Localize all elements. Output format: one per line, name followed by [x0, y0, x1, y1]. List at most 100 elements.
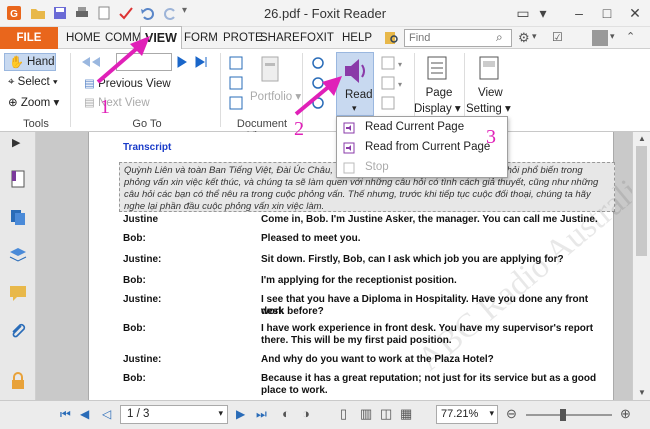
- title-bar: G ▾ 26.pdf - Foxit Reader ▭ ▾ – □ ✕: [0, 0, 650, 27]
- zoom-slider[interactable]: [526, 414, 612, 416]
- dialogue-line-continued: work before?: [261, 306, 324, 317]
- zoom-label: Zoom: [20, 97, 51, 109]
- tab-foxit[interactable]: FOXIT: [296, 27, 338, 49]
- page-display-label-1: Page: [425, 87, 453, 99]
- page-number-input[interactable]: 1 / 3 ▾: [120, 405, 228, 424]
- layers-icon[interactable]: [9, 246, 27, 264]
- divider: [70, 53, 71, 127]
- hand-icon: ✋: [9, 55, 24, 69]
- stop-icon: [343, 162, 355, 174]
- comments-icon[interactable]: [9, 284, 27, 302]
- scroll-up-icon[interactable]: ▲: [638, 134, 646, 143]
- read-current-page-item[interactable]: Read Current Page: [365, 121, 464, 133]
- dialogue-speaker: Bob:: [123, 323, 146, 334]
- annotation-number-2: 2: [294, 118, 304, 140]
- divider: [220, 53, 221, 127]
- maximize-button[interactable]: □: [596, 3, 618, 23]
- zoom-tool-button[interactable]: ⊕ Zoom ▾: [8, 95, 59, 109]
- lock-icon[interactable]: [9, 372, 27, 390]
- next-page-nav-icon[interactable]: ▶: [236, 407, 245, 421]
- scroll-thumb[interactable]: [636, 146, 647, 256]
- goto-group-label: Go To: [132, 118, 162, 130]
- zoom-in-icon[interactable]: ⊕: [620, 406, 631, 422]
- zoom-level-text: 77.21%: [441, 408, 479, 420]
- portfolio-icon[interactable]: [260, 55, 280, 85]
- status-bar: ⏮ ◀ ◁ 1 / 3 ▾ ▶ ⏭ ◐ ◑ ▯ ▥ ◫ ▦ 77.21% ▾ ⊖ ⊕: [0, 400, 650, 429]
- view-setting-label-1: View: [478, 87, 503, 99]
- page-display-icon[interactable]: [426, 55, 448, 81]
- view-setting-label[interactable]: Setting ▾: [466, 101, 511, 115]
- dialogue-speaker: Justine:: [123, 254, 162, 265]
- portfolio-label: Portfolio: [250, 91, 293, 103]
- view-setting-icon[interactable]: [478, 55, 500, 81]
- tab-form[interactable]: FORM: [180, 27, 222, 49]
- facing-page-icon[interactable]: ◫: [380, 406, 392, 422]
- gear-icon[interactable]: ⚙: [518, 30, 530, 46]
- prev-page-arrow-icon[interactable]: ◁: [102, 407, 111, 421]
- restore-down-icon[interactable]: ▭: [512, 3, 534, 23]
- select-label: Select: [17, 76, 50, 88]
- checklist-icon[interactable]: ☑: [552, 30, 563, 44]
- continuous-page-icon[interactable]: ▥: [360, 406, 372, 422]
- svg-text:▾: ▾: [398, 80, 402, 89]
- transcript-heading: Transcript: [123, 142, 172, 153]
- tab-file[interactable]: FILE: [0, 27, 58, 49]
- zoom-slider-thumb[interactable]: [560, 409, 566, 421]
- next-view-nav-icon[interactable]: ◑: [302, 406, 310, 421]
- annotation-arrow-1: [96, 36, 150, 84]
- hand-tool-button[interactable]: ✋ Hand: [4, 53, 56, 71]
- zoom-level-input[interactable]: 77.21% ▾: [436, 405, 498, 424]
- dialogue-speaker: Bob:: [123, 275, 146, 286]
- read-dropdown-icon: ▾: [352, 103, 357, 113]
- annotation-number-1: 1: [100, 96, 110, 118]
- dialogue-speaker: Justine: [123, 214, 159, 225]
- page-number-text: 1 / 3: [127, 408, 150, 420]
- read-from-page-icon: [343, 142, 355, 154]
- last-page-icon[interactable]: [176, 56, 216, 68]
- close-button[interactable]: ✕: [624, 3, 646, 23]
- help-dropdown-icon[interactable]: ▾: [532, 3, 554, 23]
- expand-panel-icon[interactable]: ▶: [12, 136, 20, 149]
- last-page-nav-icon[interactable]: ⏭: [256, 407, 267, 422]
- svg-text:▾: ▾: [398, 60, 402, 69]
- hand-label: Hand: [27, 56, 55, 68]
- chevron-down-icon[interactable]: ▾: [532, 31, 537, 42]
- next-view-button[interactable]: ▤ Next View: [84, 95, 150, 109]
- next-view-icon: ▤: [84, 97, 99, 109]
- dialogue-speaker: Bob:: [123, 373, 146, 384]
- account-dropdown-icon[interactable]: ▾: [610, 31, 615, 42]
- collapse-ribbon-icon[interactable]: ⌃: [626, 30, 635, 43]
- attachments-icon[interactable]: [9, 322, 27, 340]
- page-dropdown-icon: ▾: [218, 408, 223, 418]
- rotate-view-icons[interactable]: ▾▾: [380, 55, 408, 111]
- avatar[interactable]: [592, 30, 608, 46]
- page-display-label[interactable]: Display ▾: [414, 101, 461, 115]
- read-dropdown-menu: Read Current Page Read from Current Page…: [336, 116, 508, 178]
- stop-item[interactable]: Stop: [365, 161, 389, 173]
- minimize-button[interactable]: –: [568, 3, 590, 23]
- bookmark-icon[interactable]: [9, 170, 27, 188]
- vertical-scrollbar[interactable]: ▲ ▼: [632, 132, 650, 400]
- scroll-down-icon[interactable]: ▼: [638, 388, 646, 397]
- continuous-facing-icon[interactable]: ▦: [400, 406, 412, 422]
- page-layout-icons[interactable]: [228, 55, 244, 111]
- tools-group-label: Tools: [23, 118, 49, 130]
- dialogue-line-continued: place to work.: [261, 385, 328, 396]
- single-page-icon[interactable]: ▯: [340, 406, 347, 422]
- find-options-icon[interactable]: [384, 30, 400, 46]
- previous-view-nav-icon[interactable]: ◐: [282, 406, 290, 421]
- prev-page-nav-icon[interactable]: ◀: [80, 407, 89, 421]
- page-display-label-2: Display: [414, 103, 452, 115]
- tab-help[interactable]: HELP: [338, 27, 376, 49]
- view-setting-label-2: Setting: [466, 103, 502, 115]
- select-tool-button[interactable]: ⌖ Select ▾: [8, 76, 58, 89]
- read-page-icon: [343, 122, 355, 134]
- pages-icon[interactable]: [9, 208, 27, 226]
- page-display-button[interactable]: Page: [424, 87, 454, 99]
- search-icon[interactable]: ⌕: [496, 30, 503, 45]
- view-setting-button[interactable]: View: [478, 87, 503, 99]
- first-page-nav-icon[interactable]: ⏮: [60, 407, 71, 422]
- zoom-out-icon[interactable]: ⊖: [506, 406, 517, 422]
- read-from-current-page-item[interactable]: Read from Current Page: [365, 141, 490, 153]
- dialogue-speaker: Justine:: [123, 354, 162, 365]
